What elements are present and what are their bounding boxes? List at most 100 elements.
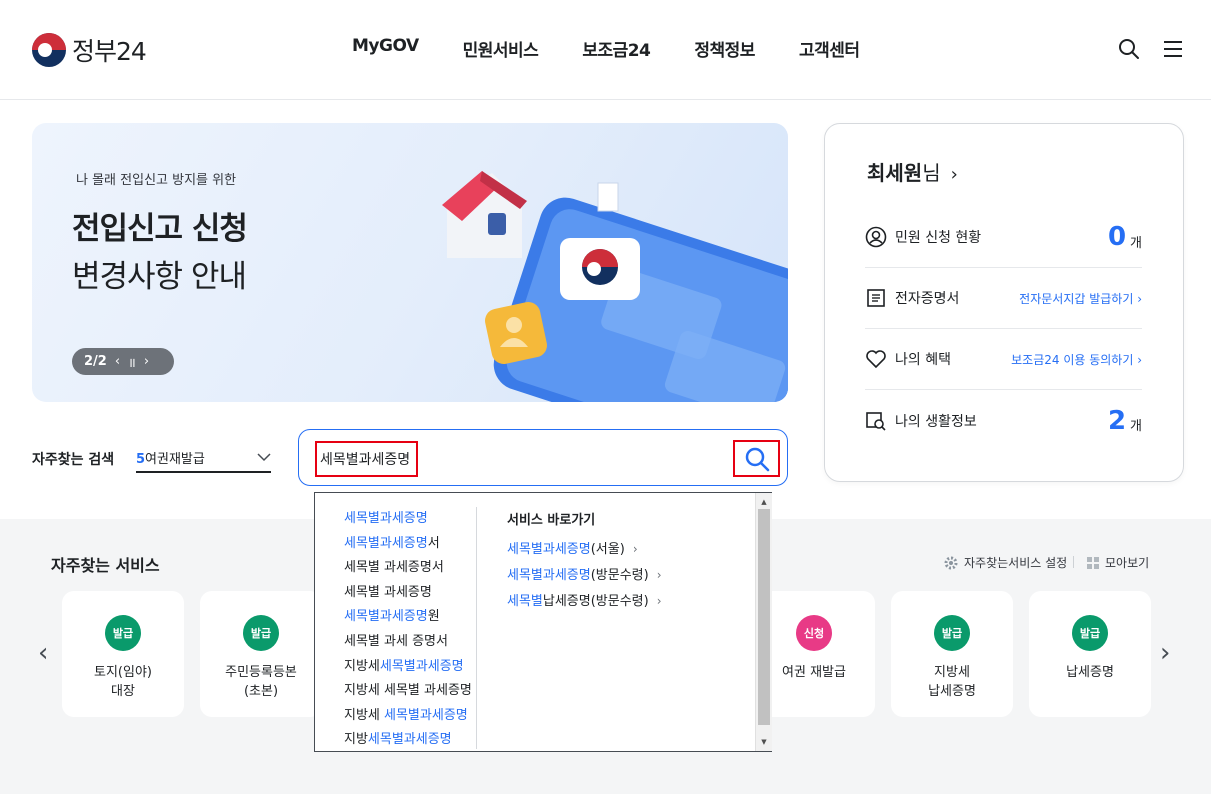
e-certificate-label: 전자증명서 (895, 291, 960, 307)
banner-pause-button[interactable]: ॥ (128, 353, 136, 371)
service-card-tax-certificate[interactable]: 발급 납세증명 (1029, 591, 1151, 717)
person-circle-icon (865, 226, 887, 248)
suggestion-item[interactable]: 세목별 과세증명서 (344, 556, 472, 581)
banner-title-line2: 변경사항 안내 (72, 259, 247, 295)
chevron-right-icon: › (632, 542, 638, 556)
application-status-label: 민원 신청 현황 (895, 230, 982, 246)
user-name-link[interactable]: 최세원님 › (867, 157, 958, 186)
scroll-thumb[interactable] (758, 509, 770, 725)
user-name-suffix: 님 (922, 161, 941, 185)
suggestion-item[interactable]: 세목별과세증명서 (344, 532, 472, 557)
my-benefits-row: 나의 혜택 보조금24 이용 동의하기 › (865, 329, 1142, 390)
banner-page-count: 2/2 (84, 354, 107, 369)
search-icon[interactable] (1118, 38, 1140, 60)
frequent-search-label: 자주찾는 검색 (32, 452, 115, 468)
nav-customer-center[interactable]: 고객센터 (799, 36, 860, 61)
favorites-settings-button[interactable]: 자주찾는서비스 설정 (944, 554, 1067, 571)
dropdown-scrollbar[interactable]: ▲ ▼ (755, 493, 772, 751)
chevron-down-icon (257, 452, 271, 461)
header: 정부24 MyGOV 민원서비스 보조금24 정책정보 고객센터 (0, 0, 1211, 100)
nav-mygov[interactable]: MyGOV (352, 36, 419, 61)
banner-title: 전입신고 신청 (72, 211, 248, 247)
banner-next-button[interactable]: › (144, 354, 149, 369)
chevron-right-icon: › (656, 568, 662, 582)
service-shortcut-title: 서비스 바로가기 (507, 513, 596, 528)
hamburger-menu-icon[interactable] (1162, 38, 1184, 60)
search-document-icon (865, 410, 887, 432)
banner-pager: 2/2 ‹ ॥ › (72, 348, 174, 375)
heart-icon (865, 348, 887, 370)
service-shortcut-item[interactable]: 세목별납세증명(방문수령) › (507, 590, 662, 616)
suggestion-item[interactable]: 세목별 과세 증명서 (344, 630, 472, 655)
service-shortcut-item[interactable]: 세목별과세증명(방문수령) › (507, 564, 662, 590)
suggestion-item[interactable]: 지방세 세목별과세증명 (344, 704, 472, 729)
my-benefits-label: 나의 혜택 (895, 352, 951, 368)
subsidy-consent-link[interactable]: 보조금24 이용 동의하기 › (1011, 351, 1142, 368)
carousel-next-arrow-icon[interactable]: › (1160, 638, 1170, 668)
suggestion-item[interactable]: 지방세목별과세증명 (344, 728, 472, 753)
issue-badge: 발급 (1072, 615, 1108, 651)
service-card-label: 주민등록등본 (초본) (225, 665, 297, 699)
phone-illustration-icon (442, 171, 788, 402)
scroll-down-arrow-icon[interactable]: ▼ (756, 735, 772, 749)
life-info-row[interactable]: 나의 생활정보 2 개 (865, 390, 1142, 451)
application-status-row[interactable]: 민원 신청 현황 0 개 (865, 207, 1142, 268)
chevron-right-icon: › (656, 594, 662, 608)
life-info-label: 나의 생활정보 (895, 413, 977, 430)
service-card-label: 지방세 납세증명 (928, 665, 976, 699)
frequent-search-text: 여권재발급 (145, 451, 205, 467)
favorites-title: 자주찾는 서비스 (51, 556, 160, 575)
divider (1073, 556, 1074, 568)
issue-badge: 발급 (243, 615, 279, 651)
e-certificate-row: 전자증명서 전자문서지갑 발급하기 › (865, 268, 1142, 329)
application-count-unit: 개 (1130, 235, 1142, 251)
suggestion-item[interactable]: 세목별과세증명원 (344, 605, 472, 630)
service-shortcut-list: 세목별과세증명(서울) › 세목별과세증명(방문수령) › 세목별납세증명(방문수령… (507, 538, 662, 616)
user-info-card: 최세원님 › 민원 신청 현황 0 개 전자증명서 전자문서지갑 발급하기 › 나… (824, 123, 1184, 482)
gear-icon (944, 556, 958, 569)
suggestion-item[interactable]: 지방세세목별과세증명 (344, 655, 472, 680)
view-all-button[interactable]: 모아보기 (1087, 554, 1149, 571)
view-all-label: 모아보기 (1105, 556, 1150, 570)
search-button[interactable] (733, 440, 780, 477)
main-nav: MyGOV 민원서비스 보조금24 정책정보 고객센터 (352, 36, 860, 61)
grid-icon (1087, 556, 1099, 569)
carousel-prev-arrow-icon[interactable]: ‹ (38, 638, 48, 668)
nav-civil-service[interactable]: 민원서비스 (463, 36, 539, 61)
document-icon (865, 287, 887, 309)
frequent-search-rank: 5 (136, 451, 146, 467)
service-card-label: 토지(임야) 대장 (94, 665, 152, 699)
suggestion-list: 세목별과세증명 세목별과세증명서 세목별 과세증명서 세목별 과세증명 세목별과… (344, 507, 472, 753)
banner-prev-button[interactable]: ‹ (115, 354, 120, 369)
favorites-settings-label: 자주찾는서비스 설정 (964, 556, 1068, 570)
main-banner[interactable]: 나 몰래 전입신고 방지를 위한 전입신고 신청 변경사항 안내 2/2 ‹ ॥… (32, 123, 788, 402)
suggestion-item[interactable]: 지방세 세목별 과세증명 (344, 679, 472, 704)
service-shortcut-item[interactable]: 세목별과세증명(서울) › (507, 538, 662, 564)
issue-badge: 발급 (105, 615, 141, 651)
chevron-right-icon: › (950, 164, 958, 185)
search-input[interactable] (315, 441, 418, 477)
service-card-label: 납세증명 (1066, 665, 1114, 680)
search-icon (745, 447, 769, 471)
issue-badge: 발급 (934, 615, 970, 651)
nav-subsidy24[interactable]: 보조금24 (582, 36, 651, 61)
service-card-local-tax-certificate[interactable]: 발급 지방세 납세증명 (891, 591, 1013, 717)
e-wallet-issue-link[interactable]: 전자문서지갑 발급하기 › (1019, 290, 1142, 307)
apply-badge: 신청 (796, 615, 832, 651)
suggestion-item[interactable]: 세목별 과세증명 (344, 581, 472, 606)
logo-text: 정부24 (72, 37, 147, 66)
autocomplete-dropdown: 세목별과세증명 세목별과세증명서 세목별 과세증명서 세목별 과세증명 세목별과… (314, 492, 772, 752)
service-card-land-register[interactable]: 발급 토지(임야) 대장 (62, 591, 184, 717)
service-card-resident-register[interactable]: 발급 주민등록등본 (초본) (200, 591, 322, 717)
scroll-up-arrow-icon[interactable]: ▲ (756, 495, 772, 509)
taegeuk-logo-icon (32, 33, 66, 67)
gov24-logo[interactable]: 정부24 (32, 32, 147, 68)
application-count: 0 (1107, 222, 1127, 252)
life-info-count-unit: 개 (1130, 419, 1142, 434)
frequent-search-select[interactable]: 5여권재발급 (136, 443, 271, 473)
nav-policy-info[interactable]: 정책정보 (694, 36, 755, 61)
banner-subtitle: 나 몰래 전입신고 방지를 위한 (76, 173, 237, 188)
life-info-count: 2 (1107, 405, 1127, 436)
dropdown-divider (476, 507, 477, 749)
suggestion-item[interactable]: 세목별과세증명 (344, 507, 472, 532)
